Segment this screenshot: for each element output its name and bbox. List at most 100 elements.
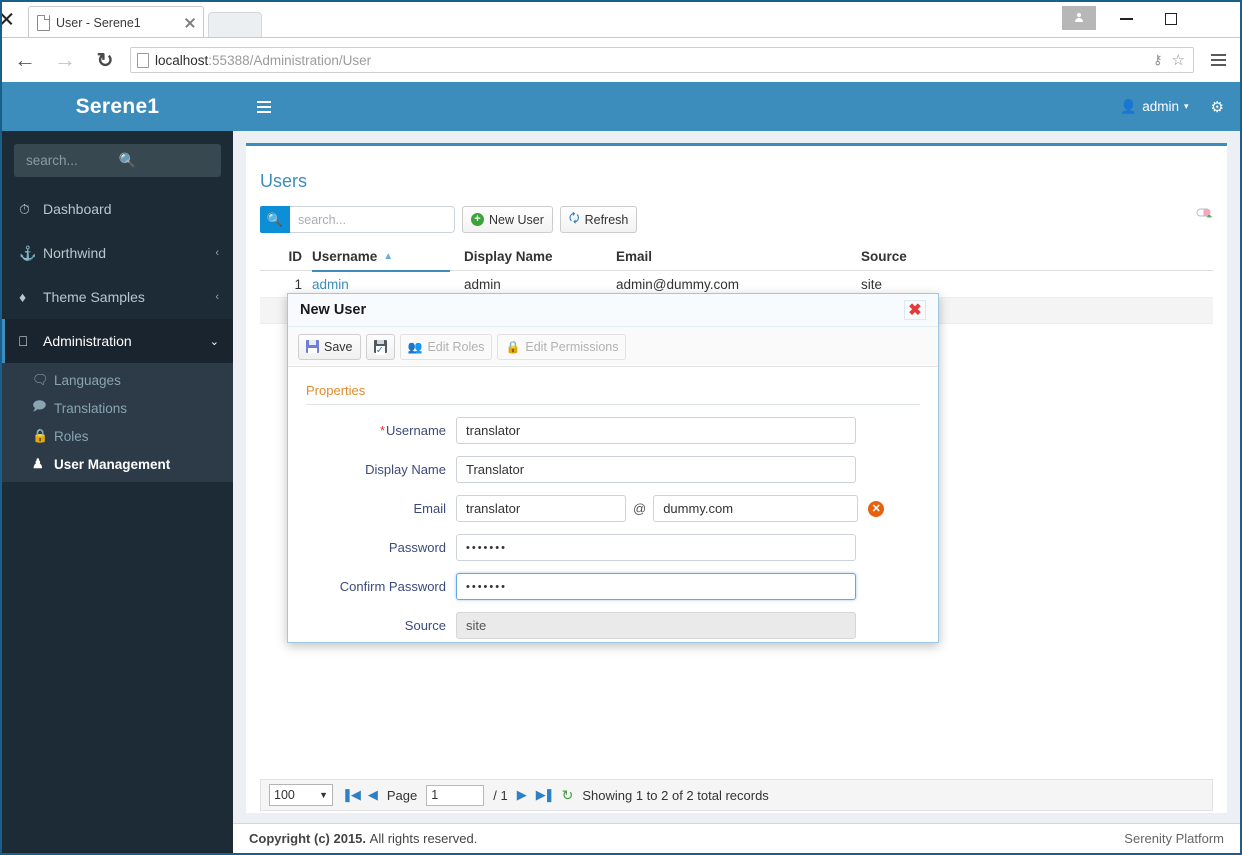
brand-logo[interactable]: Serene1	[2, 82, 233, 131]
email-label: Email	[413, 501, 446, 516]
browser-menu-button[interactable]	[1204, 46, 1232, 74]
plus-circle-icon: +	[471, 213, 484, 226]
search-icon: 🔍	[118, 152, 136, 168]
refresh-icon: 🗘	[568, 211, 580, 225]
sidebar-item-label: Theme Samples	[43, 289, 145, 305]
roles-icon: 👥	[407, 339, 423, 354]
edit-permissions-button[interactable]: 🔒 Edit Permissions	[497, 333, 627, 360]
page-favicon-icon	[37, 15, 50, 31]
save-button[interactable]: Save	[298, 333, 361, 360]
next-page-button[interactable]: ▶	[517, 787, 527, 803]
monitor-icon: ⎕	[19, 332, 28, 349]
window-border-top	[0, 0, 1242, 2]
display-name-input[interactable]: Translator	[456, 456, 856, 483]
url-path: :55388/Administration/User	[208, 52, 372, 68]
sidebar-item-theme-samples[interactable]: ♦ Theme Samples ‹	[2, 275, 233, 319]
page-size-value: 100	[274, 788, 295, 802]
grid-pager: 100 ▼ ◀ Page 1 / 1 ▶ ↻ Showing 1 to 2 of…	[260, 779, 1213, 811]
dialog-header: New User ✖	[288, 294, 938, 327]
minimize-button[interactable]	[1110, 4, 1142, 34]
email-domain-input[interactable]: dummy.com	[653, 495, 859, 522]
tab-strip: User - Serene1	[2, 2, 1240, 38]
page-size-select[interactable]: 100 ▼	[269, 784, 333, 806]
floppy-check-icon	[373, 340, 387, 355]
user-icon: ♟	[32, 456, 44, 471]
address-bar[interactable]: localhost:55388/Administration/User ⚷ ☆	[130, 47, 1194, 73]
prev-page-button[interactable]: ◀	[368, 787, 378, 803]
grid-quick-search[interactable]: 🔍 search...	[260, 206, 455, 233]
new-user-button[interactable]: + New User	[462, 206, 553, 233]
column-header-display-name[interactable]: Display Name	[464, 242, 616, 271]
save-label: Save	[324, 339, 353, 354]
settings-icon[interactable]: ⚙	[1211, 98, 1224, 116]
column-header-id[interactable]: ID	[260, 242, 312, 271]
new-tab-button[interactable]	[208, 12, 262, 38]
sidebar-item-dashboard[interactable]: ⏱ Dashboard	[2, 187, 233, 231]
user-icon: 👤	[1120, 98, 1138, 114]
refresh-label: Refresh	[584, 212, 629, 227]
sidebar-toggle-button[interactable]	[243, 100, 285, 113]
key-icon[interactable]: ⚷	[1153, 52, 1163, 68]
email-at-separator: @	[633, 501, 647, 516]
edit-roles-label: Edit Roles	[427, 339, 485, 354]
sidebar-subitem-label: Roles	[54, 428, 89, 444]
column-header-username[interactable]: Username ▲	[312, 242, 464, 272]
sidebar-item-translations[interactable]: 🗩 Translations	[2, 394, 233, 422]
column-picker-icon[interactable]	[1195, 202, 1215, 222]
brand-text: Serene1	[75, 94, 160, 118]
lock-icon: 🔒	[505, 339, 521, 354]
user-menu[interactable]: 👤 admin ▾	[1120, 99, 1188, 115]
sidebar-item-northwind[interactable]: ⚓ Northwind ‹	[2, 231, 233, 275]
maximize-button[interactable]	[1155, 4, 1187, 34]
comment-icon: 🗩	[32, 398, 47, 413]
column-header-source[interactable]: Source	[861, 242, 981, 271]
last-page-button[interactable]	[536, 787, 553, 803]
page-label: Page	[386, 787, 418, 803]
edit-roles-button[interactable]: 👥 Edit Roles	[399, 333, 493, 360]
grid-search-input[interactable]: search...	[290, 206, 455, 233]
properties-legend: Properties	[306, 383, 920, 405]
sort-ascending-icon: ▲	[383, 250, 394, 262]
grid-toolbar: 🔍 search... + New User 🗘 Refresh	[260, 206, 638, 233]
omnibox-bar: ← → ↻ localhost:55388/Administration/Use…	[2, 38, 1240, 82]
sidebar-submenu: 🗨 Languages 🗩 Translations 🔒 Roles ♟ Use…	[2, 363, 233, 482]
form-row-email: Email translator @ dummy.com ✕	[306, 495, 920, 522]
sidebar-subitem-label: User Management	[54, 456, 171, 472]
username-input[interactable]: translator	[456, 417, 856, 444]
sidebar-item-languages[interactable]: 🗨 Languages	[2, 366, 233, 394]
dialog-body: Properties *Username translator Display …	[288, 367, 938, 639]
edit-permissions-label: Edit Permissions	[525, 339, 619, 354]
form-row-password: Password •••••••	[306, 534, 920, 561]
close-window-button[interactable]	[0, 4, 22, 34]
password-input[interactable]: •••••••	[456, 534, 856, 561]
column-header-email[interactable]: Email	[616, 242, 861, 271]
back-button[interactable]: ←	[8, 43, 42, 77]
sidebar-item-roles[interactable]: 🔒 Roles	[2, 422, 233, 450]
page-total: / 1	[493, 787, 508, 803]
user-menu-label: admin	[1142, 99, 1180, 114]
tab-close-icon[interactable]	[183, 16, 197, 30]
close-icon[interactable]: ✖	[904, 300, 926, 320]
page-number-input[interactable]: 1	[426, 784, 485, 806]
confirm-password-input[interactable]: •••••••	[456, 573, 856, 600]
first-page-button[interactable]	[342, 787, 359, 803]
dialog-title: New User	[300, 302, 367, 318]
browser-tab[interactable]: User - Serene1	[28, 6, 204, 38]
required-marker: *	[379, 423, 386, 438]
email-local-input[interactable]: translator	[456, 495, 626, 522]
sidebar-search-input[interactable]: search... 🔍	[14, 144, 221, 177]
sidebar-item-user-management[interactable]: ♟ User Management	[2, 450, 233, 478]
reload-button[interactable]: ↻	[88, 43, 122, 77]
pager-refresh-icon[interactable]: ↻	[562, 787, 574, 804]
search-icon[interactable]: 🔍	[260, 206, 290, 233]
profile-button[interactable]	[1062, 6, 1096, 30]
email-clear-icon[interactable]: ✕	[868, 500, 885, 517]
form-row-confirm-password: Confirm Password •••••••	[306, 573, 920, 600]
apply-changes-button[interactable]	[365, 333, 395, 360]
star-icon[interactable]: ☆	[1172, 51, 1185, 69]
confirm-password-label: Confirm Password	[339, 579, 446, 594]
sidebar-item-administration[interactable]: ⎕ Administration ⌄	[2, 319, 233, 363]
refresh-button[interactable]: 🗘 Refresh	[559, 206, 638, 233]
username-label: *Username	[379, 423, 446, 438]
forward-button[interactable]: →	[48, 43, 82, 77]
